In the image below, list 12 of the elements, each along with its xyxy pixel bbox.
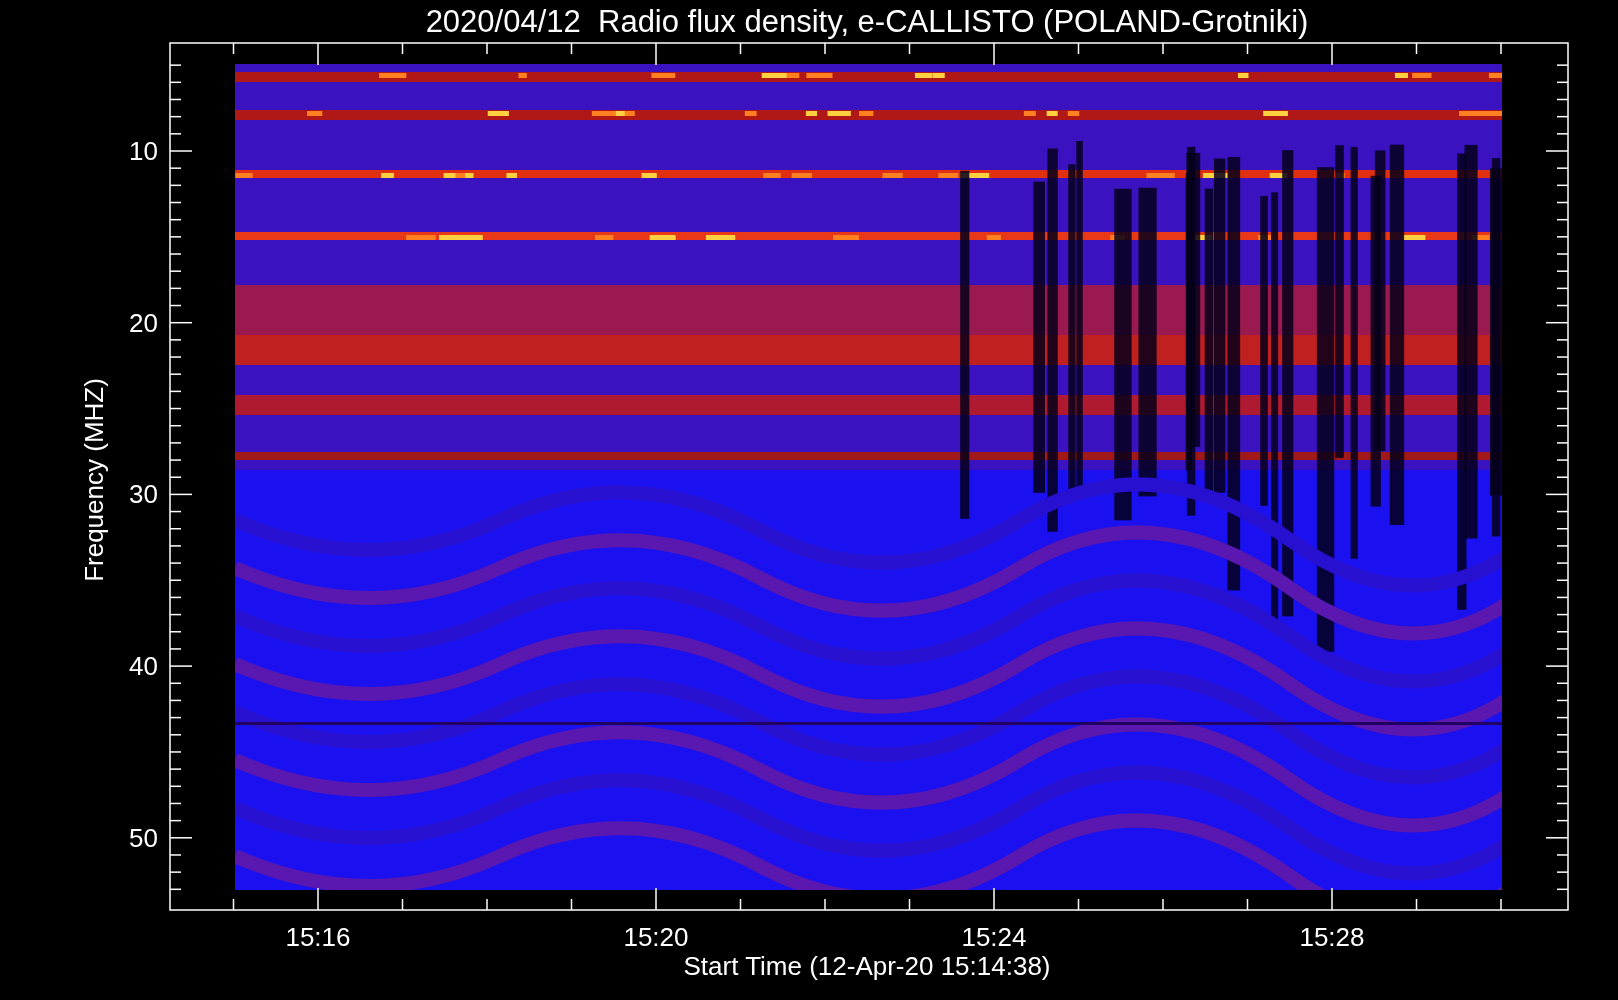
y-axis-label: Frequency (MHZ) (79, 378, 109, 582)
y-tick-label: 40 (129, 651, 158, 682)
x-tick-label: 15:24 (961, 922, 1027, 952)
y-tick-label: 30 (129, 479, 158, 510)
y-tick-label: 20 (129, 307, 158, 338)
y-tick-label: 10 (129, 136, 158, 166)
y-tick-label: 50 (129, 822, 158, 853)
chart-title: 2020/04/12 Radio flux density, e-CALLISTO (POLAND-Grotniki) (425, 4, 1309, 39)
x-tick-label: 15:28 (1299, 922, 1365, 952)
x-tick-label: 15:20 (623, 922, 689, 952)
x-tick-label: 15:16 (285, 922, 351, 952)
x-axis-label: Start Time (12-Apr-20 15:14:38) (683, 951, 1051, 981)
